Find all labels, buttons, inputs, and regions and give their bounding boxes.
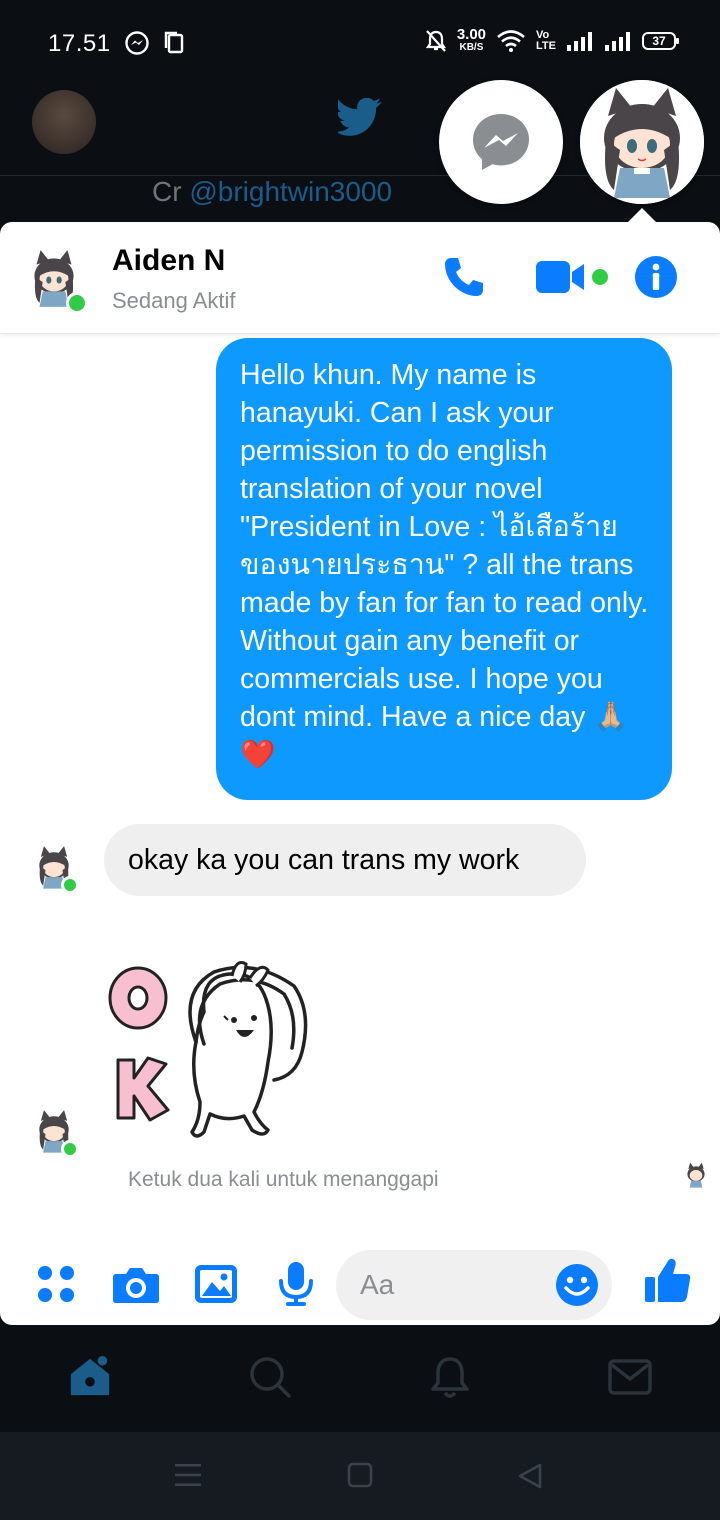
credit-prefix: Cr xyxy=(152,176,190,207)
messages-icon xyxy=(608,1359,652,1395)
like-button[interactable] xyxy=(644,1258,692,1302)
volte-badge: Vo LTE xyxy=(536,28,556,52)
ok-sticker[interactable] xyxy=(104,952,324,1152)
anime-girl-avatar xyxy=(687,1162,705,1188)
like-icon xyxy=(645,1258,691,1302)
phone-icon xyxy=(445,258,483,296)
system-navigation-bar xyxy=(0,1432,720,1520)
status-system-icons: 3.00 KB/S Vo LTE 37 xyxy=(425,26,679,53)
signal-1-icon xyxy=(567,31,592,51)
chat-head-pointer xyxy=(628,208,656,222)
tweet-credit: Cr @brightwin3000 xyxy=(152,176,392,208)
message-composer xyxy=(0,1234,720,1324)
microphone-icon xyxy=(279,1262,313,1306)
incoming-message-bubble[interactable]: okay ka you can trans my work xyxy=(104,824,586,896)
status-notification-icons xyxy=(124,30,186,56)
video-call-icon xyxy=(536,261,608,293)
signal-2-icon xyxy=(605,31,630,51)
recents-icon xyxy=(175,1464,201,1486)
reply-hint: Ketuk dua kali untuk menanggapi xyxy=(128,1168,439,1191)
more-actions-button[interactable] xyxy=(36,1262,76,1306)
credit-handle-link[interactable]: @brightwin3000 xyxy=(189,176,392,207)
online-indicator xyxy=(61,1140,79,1158)
message-input[interactable] xyxy=(360,1250,560,1320)
back-icon xyxy=(518,1463,542,1489)
chat-header: Aiden N Sedang Aktif xyxy=(0,222,720,334)
outgoing-message-bubble[interactable]: Hello khun. My name is hanayuki. Can I a… xyxy=(216,338,672,800)
contact-message-avatar xyxy=(30,1106,79,1158)
nav-notifications[interactable] xyxy=(428,1355,472,1399)
online-indicator xyxy=(66,292,88,314)
copy-notification-icon xyxy=(164,31,184,54)
contact-name[interactable]: Aiden N xyxy=(112,244,225,278)
wifi-icon xyxy=(497,29,525,52)
conversation-info-button[interactable] xyxy=(634,254,678,300)
status-bar: 17.51 3.00 KB/S Vo LTE 37 xyxy=(0,0,720,90)
recents-button[interactable] xyxy=(174,1462,202,1488)
emoji-icon[interactable] xyxy=(556,1264,598,1306)
contact-avatar[interactable] xyxy=(22,244,88,314)
background-app-nav xyxy=(0,1325,720,1432)
online-indicator xyxy=(61,876,79,894)
info-icon xyxy=(635,256,677,298)
home-icon xyxy=(70,1355,110,1396)
contact-chat-head[interactable] xyxy=(580,80,704,204)
voice-call-button[interactable] xyxy=(440,254,488,300)
battery-indicator: 37 xyxy=(642,31,679,50)
camera-button[interactable] xyxy=(112,1262,160,1306)
nav-home[interactable] xyxy=(68,1355,112,1399)
status-time: 17.51 xyxy=(48,30,111,57)
voice-message-button[interactable] xyxy=(276,1262,316,1306)
back-button[interactable] xyxy=(516,1462,544,1490)
net-speed: 3.00 KB/S xyxy=(456,26,487,53)
messenger-notification-icon xyxy=(125,31,149,55)
nav-messages[interactable] xyxy=(608,1355,652,1399)
twitter-logo-icon xyxy=(338,98,382,136)
notifications-icon xyxy=(431,1357,469,1398)
contact-message-avatar xyxy=(30,842,79,894)
home-button-icon xyxy=(347,1462,373,1488)
gallery-icon xyxy=(195,1265,237,1303)
camera-icon xyxy=(113,1268,159,1303)
seen-receipt-avatar xyxy=(682,1160,710,1190)
profile-avatar xyxy=(32,90,96,154)
gallery-button[interactable] xyxy=(194,1262,238,1306)
nav-search[interactable] xyxy=(248,1355,292,1399)
home-button[interactable] xyxy=(347,1462,373,1488)
menu-dots-icon xyxy=(38,1266,74,1302)
message-input-container xyxy=(336,1250,612,1320)
search-icon xyxy=(250,1357,291,1398)
mute-icon xyxy=(425,29,446,52)
messenger-icon xyxy=(473,114,529,170)
chat-panel: Aiden N Sedang Aktif Hello khun. My name… xyxy=(0,222,720,1325)
contact-status: Sedang Aktif xyxy=(112,288,236,313)
anime-girl-avatar xyxy=(580,80,704,204)
messenger-chat-head[interactable] xyxy=(439,80,563,204)
video-call-button[interactable] xyxy=(536,254,610,300)
